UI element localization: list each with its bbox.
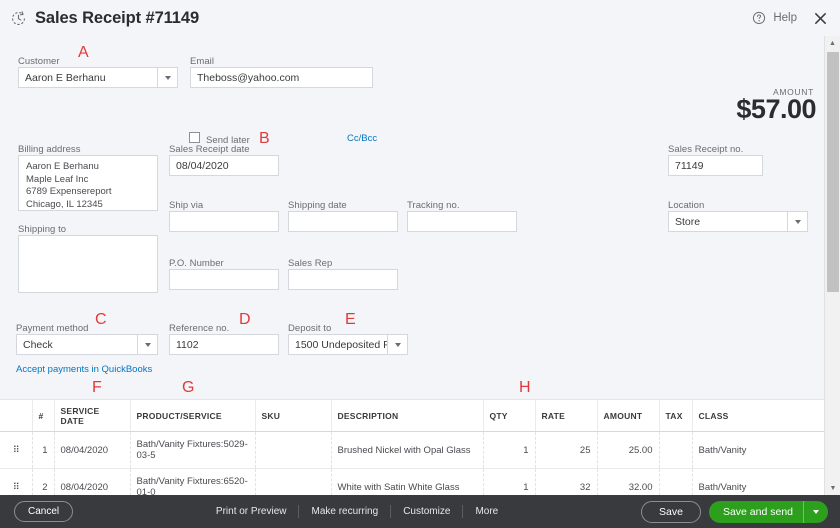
- column-header-num: #: [32, 400, 55, 432]
- annotation-letter-g: G: [182, 379, 195, 396]
- send-later-checkbox[interactable]: [189, 132, 200, 143]
- customer-value: Aaron E Berhanu: [25, 71, 106, 84]
- annotation-letter-e: E: [345, 311, 356, 328]
- cell-date[interactable]: 08/04/2020: [54, 431, 131, 469]
- email-label: Email: [190, 56, 215, 67]
- annotation-letter-c: C: [95, 311, 107, 328]
- customer-dropdown[interactable]: Aaron E Berhanu: [18, 67, 178, 88]
- location-value: Store: [675, 215, 701, 228]
- column-header-class: CLASS: [692, 400, 825, 432]
- annotation-letter-d: D: [239, 311, 251, 328]
- sales-receipt-no-input[interactable]: 71149: [668, 155, 763, 176]
- form-body: AMOUNT $57.00 Customer Aaron E Berhanu E…: [0, 36, 840, 506]
- close-x-icon[interactable]: [810, 8, 830, 28]
- footer-links: Print or Preview Make recurring Customize M…: [204, 505, 510, 518]
- save-and-send-button[interactable]: Save and send: [708, 500, 828, 523]
- cell-class[interactable]: Bath/Vanity: [692, 431, 825, 469]
- column-header-desc: DESCRIPTION: [331, 400, 484, 432]
- shipping-date-input[interactable]: [288, 211, 398, 232]
- sales-rep-label: Sales Rep: [288, 258, 333, 269]
- table-header-row: # SERVICE DATE PRODUCT/SERVICE SKU DESCRIPTI…: [0, 400, 825, 432]
- sales-receipt-date-input[interactable]: 08/04/2020: [169, 155, 279, 176]
- column-header-sku: SKU: [255, 400, 332, 432]
- save-button[interactable]: Save: [641, 500, 701, 523]
- column-header-prod: PRODUCT/SERVICE: [130, 400, 256, 432]
- po-number-label: P.O. Number: [169, 258, 224, 269]
- column-header-tax: TAX: [659, 400, 693, 432]
- recurring-clock-icon: [9, 9, 27, 27]
- chevron-down-icon[interactable]: [804, 509, 828, 514]
- scrollbar-thumb[interactable]: [827, 52, 839, 292]
- cancel-button[interactable]: Cancel: [14, 501, 74, 522]
- shipping-date-label: Shipping date: [288, 200, 347, 211]
- accept-payments-link[interactable]: Accept payments in QuickBooks: [16, 364, 152, 375]
- shipping-to-label: Shipping to: [18, 224, 67, 235]
- cell-num[interactable]: 1: [32, 431, 55, 469]
- column-header-rate: RATE: [535, 400, 598, 432]
- help-label[interactable]: Help: [773, 12, 797, 24]
- cell-tax[interactable]: [659, 431, 693, 469]
- reference-no-input[interactable]: 1102: [169, 334, 279, 355]
- page-title: Sales Receipt #71149: [35, 8, 200, 27]
- cell-rate[interactable]: 25: [535, 431, 598, 469]
- deposit-to-value: 1500 Undeposited Fu: [295, 338, 387, 351]
- po-number-input[interactable]: [169, 269, 279, 290]
- scroll-down-arrow-icon[interactable]: ▼: [825, 481, 840, 495]
- payment-method-dropdown[interactable]: Check: [16, 334, 158, 355]
- chevron-down-icon[interactable]: [387, 335, 407, 354]
- ship-via-label: Ship via: [169, 200, 204, 211]
- deposit-to-dropdown[interactable]: 1500 Undeposited Fu: [288, 334, 408, 355]
- cell-sku[interactable]: [255, 431, 332, 469]
- payment-method-value: Check: [23, 338, 53, 351]
- column-header-amount: AMOUNT: [597, 400, 660, 432]
- column-header-qty: QTY: [483, 400, 536, 432]
- question-circle-icon[interactable]: [752, 11, 766, 25]
- payment-method-label: Payment method: [16, 323, 89, 334]
- footer-link-customize[interactable]: Customize: [391, 505, 464, 518]
- cell-prod[interactable]: Bath/Vanity Fixtures:5029-03-5: [130, 431, 256, 469]
- ship-via-input[interactable]: [169, 211, 279, 232]
- scroll-up-arrow-icon[interactable]: ▲: [825, 36, 840, 50]
- footer-link-more[interactable]: More: [463, 505, 510, 518]
- window-header: Sales Receipt #71149 Help: [0, 0, 840, 36]
- amount-value: $57.00: [736, 94, 816, 124]
- column-header-drag: [0, 400, 33, 432]
- sales-rep-input[interactable]: [288, 269, 398, 290]
- customer-label: Customer: [18, 56, 60, 67]
- location-dropdown[interactable]: Store: [668, 211, 808, 232]
- annotation-letter-b: B: [259, 130, 270, 147]
- footer-toolbar: Cancel Print or Preview Make recurring Cus…: [0, 495, 840, 528]
- annotation-letter-a: A: [78, 44, 89, 61]
- cell-desc[interactable]: Brushed Nickel with Opal Glass: [331, 431, 484, 469]
- deposit-to-label: Deposit to: [288, 323, 332, 334]
- sales-receipt-no-label: Sales Receipt no.: [668, 144, 744, 155]
- footer-link-print-or-preview[interactable]: Print or Preview: [204, 505, 300, 518]
- annotation-letter-f: F: [92, 379, 102, 396]
- chevron-down-icon[interactable]: [157, 68, 177, 87]
- save-and-send-label: Save and send: [722, 505, 793, 518]
- footer-link-make-recurring[interactable]: Make recurring: [299, 505, 392, 518]
- cc-bcc-link[interactable]: Cc/Bcc: [347, 133, 377, 144]
- header-actions: Help: [752, 8, 840, 28]
- vertical-scrollbar[interactable]: ▲ ▼: [824, 36, 840, 495]
- cell-amount[interactable]: 25.00: [597, 431, 660, 469]
- sales-receipt-date-label: Sales Receipt date: [169, 144, 250, 155]
- drag-handle-icon[interactable]: ⠿: [0, 431, 33, 469]
- tracking-no-input[interactable]: [407, 211, 517, 232]
- chevron-down-icon[interactable]: [137, 335, 157, 354]
- billing-address-label: Billing address: [18, 144, 81, 155]
- sales-receipt-window: Sales Receipt #71149 Help AMOUNT $57.00 …: [0, 0, 840, 528]
- billing-address-textarea[interactable]: Aaron E Berhanu Maple Leaf Inc 6789 Expe…: [18, 155, 158, 211]
- table-row[interactable]: ⠿ 1 08/04/2020 Bath/Vanity Fixtures:5029-03…: [0, 431, 825, 469]
- line-items-table: # SERVICE DATE PRODUCT/SERVICE SKU DESCRIPTI…: [0, 399, 825, 506]
- reference-no-label: Reference no.: [169, 323, 230, 334]
- cell-qty[interactable]: 1: [483, 431, 536, 469]
- chevron-down-icon[interactable]: [787, 212, 807, 231]
- email-input[interactable]: Theboss@yahoo.com: [190, 67, 373, 88]
- column-header-date: SERVICE DATE: [54, 400, 131, 432]
- annotation-letter-h: H: [519, 379, 531, 396]
- location-label: Location: [668, 200, 705, 211]
- shipping-to-textarea[interactable]: [18, 235, 158, 293]
- tracking-no-label: Tracking no.: [407, 200, 460, 211]
